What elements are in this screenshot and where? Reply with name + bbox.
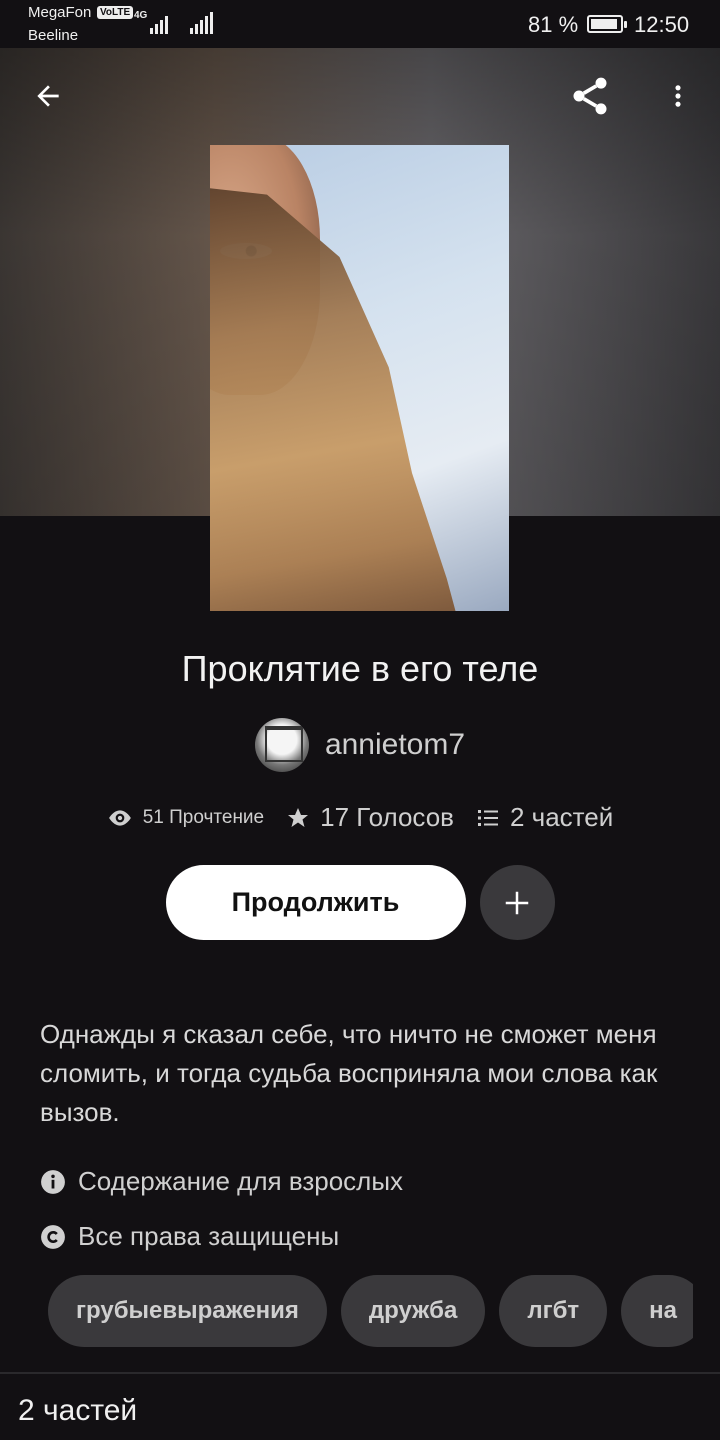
signal-icon xyxy=(150,12,168,34)
divider xyxy=(0,1372,720,1374)
status-bar: MegaFon VoLTE Beeline 4G 81 % 12:50 xyxy=(0,0,720,48)
story-cover-image[interactable] xyxy=(210,145,509,611)
eye-icon xyxy=(108,809,131,826)
story-title: Проклятие в его теле xyxy=(181,648,539,689)
network-type: 4G xyxy=(134,10,148,21)
more-options-button[interactable] xyxy=(650,68,706,124)
continue-reading-button[interactable]: Продолжить xyxy=(165,865,466,940)
copyright-label: Все права защищены xyxy=(78,1221,340,1251)
add-to-library-button[interactable] xyxy=(479,865,555,940)
parts-count: 2 частей xyxy=(509,802,614,832)
mature-content-row: Содержание для взрослых xyxy=(40,1166,403,1197)
cover-hair xyxy=(210,185,470,611)
tag-list: грубыевыражения дружба лгбт на xyxy=(48,1275,693,1347)
info-icon xyxy=(41,1169,65,1194)
share-icon xyxy=(573,77,607,115)
signal-icon xyxy=(190,12,213,34)
author-name[interactable]: annietom7 xyxy=(325,728,465,762)
list-icon xyxy=(477,809,498,826)
volte-badge: VoLTE xyxy=(97,6,134,19)
story-stats: 51 Прочтение 17 Голосов 2 частей xyxy=(0,802,720,833)
copyright-row: Все права защищены xyxy=(40,1221,339,1252)
carrier-megafon: MegaFon xyxy=(28,4,92,21)
tag-chip[interactable]: дружба xyxy=(340,1275,486,1347)
share-button[interactable] xyxy=(562,68,618,124)
votes-count: 17 Голосов xyxy=(320,802,454,832)
reads-count: 51 Прочтение xyxy=(142,806,265,828)
tag-chip[interactable]: на xyxy=(621,1275,693,1347)
carrier-beeline: Beeline xyxy=(28,27,79,44)
story-description: Однажды я сказал себе, что ничто не смож… xyxy=(40,1019,658,1127)
back-button[interactable] xyxy=(20,68,76,124)
star-icon xyxy=(288,807,309,827)
avatar[interactable] xyxy=(254,718,309,772)
tag-chip[interactable]: грубыевыражения xyxy=(48,1275,327,1347)
tag-chip[interactable]: лгбт xyxy=(499,1275,608,1347)
parts-section-heading: 2 частей xyxy=(18,1394,138,1427)
mature-content-label: Содержание для взрослых xyxy=(78,1166,404,1196)
battery-percent: 81 % xyxy=(528,12,579,37)
votes-stat: 17 Голосов xyxy=(286,802,454,833)
author-row[interactable]: annietom7 xyxy=(0,718,720,772)
reads-stat: 51 Прочтение xyxy=(107,805,264,831)
more-vertical-icon xyxy=(675,85,681,107)
clock: 12:50 xyxy=(634,12,690,37)
story-actions: Продолжить xyxy=(0,865,720,940)
arrow-left-icon xyxy=(37,85,59,107)
plus-icon xyxy=(505,891,529,914)
copyright-icon xyxy=(41,1224,65,1249)
battery-icon xyxy=(587,15,627,33)
parts-stat: 2 частей xyxy=(476,802,613,833)
